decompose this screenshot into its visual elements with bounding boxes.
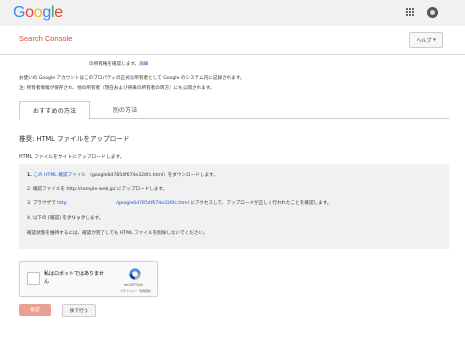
step-1: 1. この HTML 確認ファイル （google6d7854f674e326f… [27,173,218,178]
method-tabs: おすすめの方法 別の方法 [19,101,449,120]
ownership-line: の所有権を確認します。詳細 [89,61,148,67]
google-logo[interactable]: Google [13,4,63,22]
help-label: ヘルプ [416,37,432,44]
help-dropdown-button[interactable]: ヘルプ ▾ [409,32,443,48]
logo-letter-0: G [13,4,26,21]
owner-note: 注: 所有者情報が保存され、他の所有者（現在および将来の所有者の両方）にも公開さ… [19,86,215,91]
download-file-link[interactable]: この HTML 確認ファイル [33,173,85,178]
later-button[interactable]: 後で行う [62,304,96,317]
steps-box: 1. この HTML 確認ファイル （google6d7854f674e326f… [19,164,449,249]
chevron-down-icon: ▾ [433,37,436,43]
step-4: 4. 以下の [確認] をクリックします。 [27,216,104,221]
file-name: （google6d7854f674e326fc.html） [87,173,168,178]
ownership-text: の所有権を確認します。 [89,62,140,67]
account-notice: お使いの Google アカウントはこのプロパティの正式な所有者として Goog… [19,76,245,81]
recaptcha-label: 私はロボットではありません [44,271,104,285]
top-bar: Google [0,0,465,26]
verification-file-link[interactable]: /google6d7854f674e326fc.html [116,201,189,206]
recaptcha-checkbox[interactable] [27,272,40,285]
logo-letter-1: o [25,4,34,21]
recaptcha-brand: reCAPTCHA [124,283,143,287]
tab-alternate[interactable]: 別の方法 [107,101,143,118]
keep-file-note: 確認状態を維持するには、確認が完了しても HTML ファイルを削除しないでくださ… [27,231,208,236]
logo-letter-3: g [42,4,51,21]
step-3: 3. ブラウザで http /google6d7854f674e326fc.ht… [27,201,332,206]
apps-grid-icon[interactable] [406,8,415,17]
product-title: Search Console [19,34,73,43]
details-link[interactable]: 詳細 [139,62,148,67]
recaptcha-terms-link[interactable]: プライバシー・利用規約 [120,289,151,293]
method-description: HTML ファイルをサイトにアップロードします。 [19,155,125,160]
tab-recommended[interactable]: おすすめの方法 [19,101,90,120]
recaptcha-widget: 私はロボットではありません reCAPTCHA プライバシー・利用規約 [19,261,158,297]
product-bar: Search Console ヘルプ ▾ [0,26,465,55]
step-2: 2. 確認ファイルを http://sample-web.jp/ にアップロード… [27,187,168,192]
confirm-button[interactable]: 確認 [19,304,51,316]
logo-letter-5: e [54,4,63,21]
site-url-link[interactable]: http [57,201,66,206]
method-title: 推奨: HTML ファイルをアップロード [19,135,130,143]
account-avatar-icon[interactable] [427,7,438,18]
recaptcha-logo-icon [129,268,141,280]
